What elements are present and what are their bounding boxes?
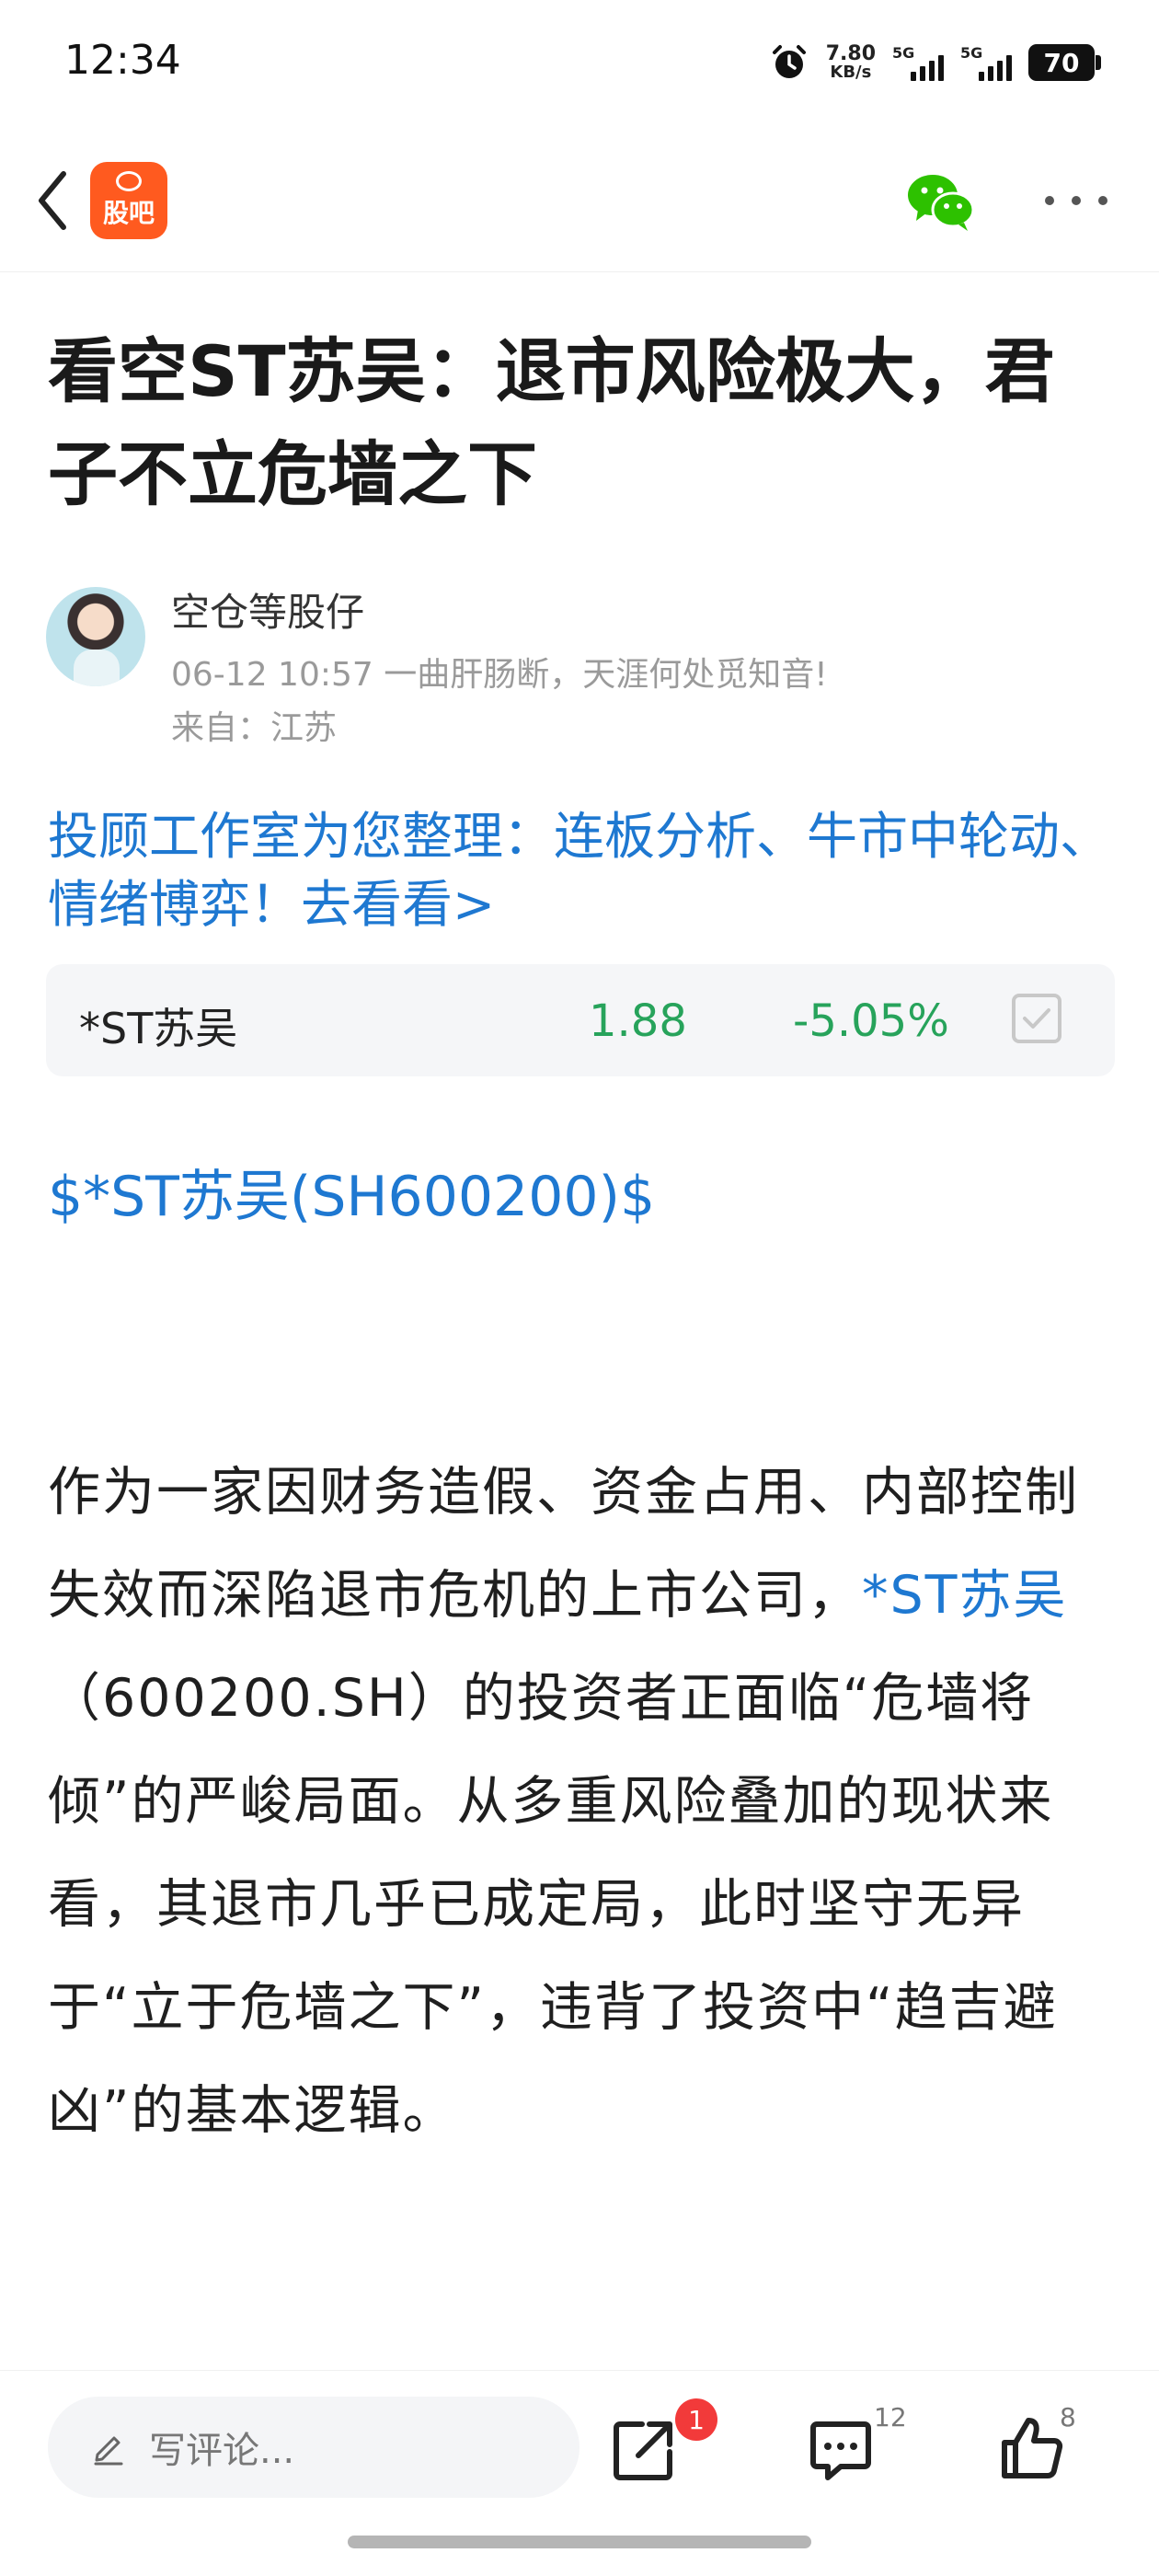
author-location: 来自：江苏	[171, 709, 338, 747]
checkmark-icon	[1023, 1008, 1050, 1029]
signal-1-tag: 5G	[892, 44, 915, 62]
net-speed: 7.80 KB/s	[826, 44, 876, 81]
watchlist-check-button[interactable]	[1012, 994, 1061, 1043]
app-logo[interactable]: 股吧	[90, 162, 167, 239]
stock-name: *ST苏吴	[79, 1004, 238, 1053]
logo-glyph-icon	[116, 171, 142, 191]
comment-icon	[810, 2421, 871, 2480]
stock-mention-link[interactable]: *ST苏吴	[862, 1565, 1068, 1626]
comment-input[interactable]: 写评论...	[48, 2397, 580, 2498]
status-time: 12:34	[64, 37, 181, 84]
author-meta: 06-12 10:57 一曲肝肠断，天涯何处觅知音!	[171, 648, 828, 696]
more-dot-icon	[1098, 196, 1107, 205]
net-speed-value: 7.80	[825, 42, 876, 65]
back-icon	[39, 171, 66, 230]
wechat-share-button[interactable]	[905, 169, 975, 234]
app-logo-text: 股吧	[102, 198, 155, 228]
thumbs-up-icon	[1002, 2418, 1063, 2478]
author-name[interactable]: 空仓等股仔	[171, 581, 364, 638]
status-indicators: 7.80 KB/s 5G 5G 70	[769, 37, 1101, 88]
home-indicator[interactable]	[348, 2536, 811, 2548]
comment-placeholder: 写评论...	[149, 2430, 295, 2472]
signal-icon-2: 5G	[960, 44, 1012, 81]
promo-link[interactable]: 投顾工作室为您整理：连板分析、牛市中轮动、情绪博弈！去看看>	[48, 802, 1124, 938]
back-button[interactable]	[20, 164, 85, 237]
stock-price: 1.88	[589, 995, 687, 1047]
more-dot-icon	[1072, 196, 1081, 205]
author-signature: 一曲肝肠断，天涯何处觅知音!	[384, 656, 828, 694]
stock-quote-card[interactable]: *ST苏吴 1.88 -5.05%	[46, 964, 1115, 1076]
pencil-icon	[94, 2436, 123, 2466]
like-button[interactable]	[999, 2415, 1065, 2481]
comment-count: 12	[874, 2402, 907, 2432]
more-button[interactable]	[1039, 182, 1113, 219]
share-badge: 1	[675, 2398, 717, 2441]
net-speed-unit: KB/s	[830, 63, 872, 82]
battery-icon: 70	[1028, 44, 1101, 81]
post-datetime: 06-12 10:57	[171, 656, 373, 694]
like-count: 8	[1060, 2402, 1076, 2432]
status-bar: 12:34 7.80 KB/s 5G 5G 70	[0, 0, 1159, 129]
nav-header: 股吧	[0, 129, 1159, 272]
comments-button[interactable]	[808, 2419, 874, 2483]
more-dot-icon	[1045, 196, 1054, 205]
alarm-icon	[772, 45, 806, 78]
article-body: 作为一家因财务造假、资金占用、内部控制失效而深陷退市危机的上市公司，*ST苏吴（…	[48, 1441, 1115, 2162]
signal-2-tag: 5G	[960, 44, 983, 62]
share-icon	[614, 2421, 672, 2480]
stock-change: -5.05%	[793, 995, 949, 1047]
article-title: 看空ST苏吴：退市风险极大，君子不立危墙之下	[48, 330, 1055, 515]
body-text-part-2: （600200.SH）的投资者正面临“危墙将倾”的严峻局面。从多重风险叠加的现状…	[48, 1668, 1058, 2141]
share-button[interactable]	[611, 2417, 677, 2483]
signal-icon-1: 5G	[892, 44, 944, 81]
avatar[interactable]	[46, 587, 145, 686]
ticker-link[interactable]: $*ST苏吴(SH600200)$	[48, 1152, 655, 1232]
wechat-icon	[908, 175, 975, 231]
